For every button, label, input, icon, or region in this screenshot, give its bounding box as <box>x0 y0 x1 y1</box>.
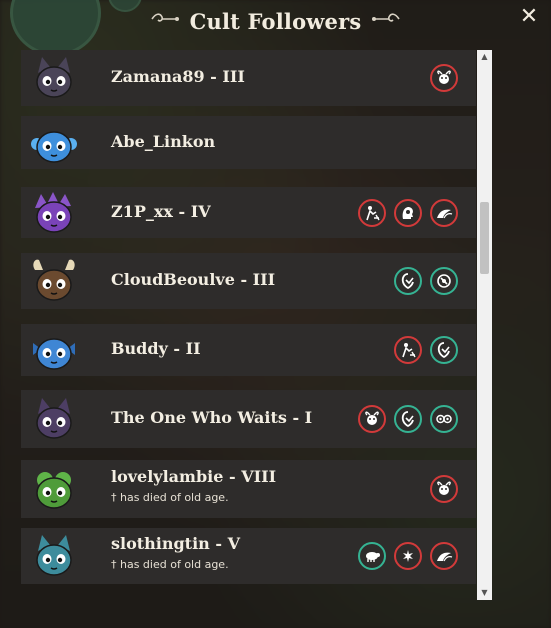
dialog-header: Cult Followers <box>0 6 551 36</box>
axolotl-blue-avatar <box>29 325 79 375</box>
bull-face-icon[interactable] <box>430 475 458 503</box>
scroll-down-arrow-icon[interactable]: ▼ <box>477 586 492 600</box>
horned-purple-avatar <box>29 394 79 444</box>
follower-row[interactable]: The One Who Waits - I <box>21 390 476 448</box>
follower-name: Zamana89 - III <box>111 67 245 86</box>
trait-list <box>358 405 458 433</box>
scrollbar[interactable]: ▲ ▼ <box>477 50 492 600</box>
monkey-blue-avatar <box>29 118 79 168</box>
follower-row[interactable]: CloudBeoulve - III <box>21 253 476 309</box>
bull-face-icon[interactable] <box>430 64 458 92</box>
trait-list <box>430 64 458 92</box>
bison-brown-avatar <box>29 256 79 306</box>
faith-icon[interactable] <box>430 336 458 364</box>
sheep-icon[interactable] <box>358 542 386 570</box>
hedgehog-purple-avatar <box>29 188 79 238</box>
trait-list <box>430 475 458 503</box>
follower-status: † has died of old age. <box>111 491 229 504</box>
follower-row[interactable]: lovelylambie - VIII † has died of old age… <box>21 460 476 518</box>
flourish-right-icon <box>371 12 401 30</box>
follower-row[interactable]: Z1P_xx - IV <box>21 187 476 238</box>
faith-icon[interactable] <box>394 405 422 433</box>
follower-row[interactable]: Abe_Linkon <box>21 116 476 169</box>
flourish-left-icon <box>150 12 180 30</box>
scrollbar-thumb[interactable] <box>480 202 489 274</box>
faith-icon[interactable] <box>394 267 422 295</box>
frog-green-avatar <box>29 464 79 514</box>
follower-row[interactable]: Zamana89 - III <box>21 50 476 106</box>
worker-icon[interactable] <box>358 198 386 227</box>
follower-name: slothingtin - V <box>111 534 240 553</box>
spark-icon[interactable] <box>394 542 422 570</box>
wings-icon[interactable] <box>430 542 458 570</box>
eyes-icon[interactable] <box>430 405 458 433</box>
trait-list <box>394 336 458 364</box>
trait-list <box>358 198 458 227</box>
no-food-icon[interactable] <box>430 267 458 295</box>
follower-name: The One Who Waits - I <box>111 408 313 427</box>
follower-name: lovelylambie - VIII <box>111 467 277 486</box>
trait-list <box>358 542 458 570</box>
trait-list <box>394 267 458 295</box>
follower-row[interactable]: Buddy - II <box>21 324 476 376</box>
followers-list[interactable]: Zamana89 - III Abe_Linkon Z1P_xx - IV Cl… <box>21 50 476 600</box>
follower-name: Z1P_xx - IV <box>111 201 211 221</box>
scroll-up-arrow-icon[interactable]: ▲ <box>477 50 492 64</box>
cat-grey-avatar <box>29 53 79 103</box>
close-button[interactable]: ✕ <box>517 6 541 30</box>
follower-name: Abe_Linkon <box>111 131 216 151</box>
worker-icon[interactable] <box>394 336 422 364</box>
dialog-title: Cult Followers <box>189 8 362 34</box>
follower-status: † has died of old age. <box>111 558 229 571</box>
follower-row[interactable]: slothingtin - V † has died of old age. <box>21 528 476 584</box>
follower-name: Buddy - II <box>111 339 201 358</box>
bull-face-icon[interactable] <box>358 405 386 433</box>
follower-name: CloudBeoulve - III <box>111 270 276 289</box>
wings-icon[interactable] <box>430 198 458 227</box>
mind-icon[interactable] <box>394 198 422 227</box>
cat-teal-avatar <box>29 531 79 581</box>
